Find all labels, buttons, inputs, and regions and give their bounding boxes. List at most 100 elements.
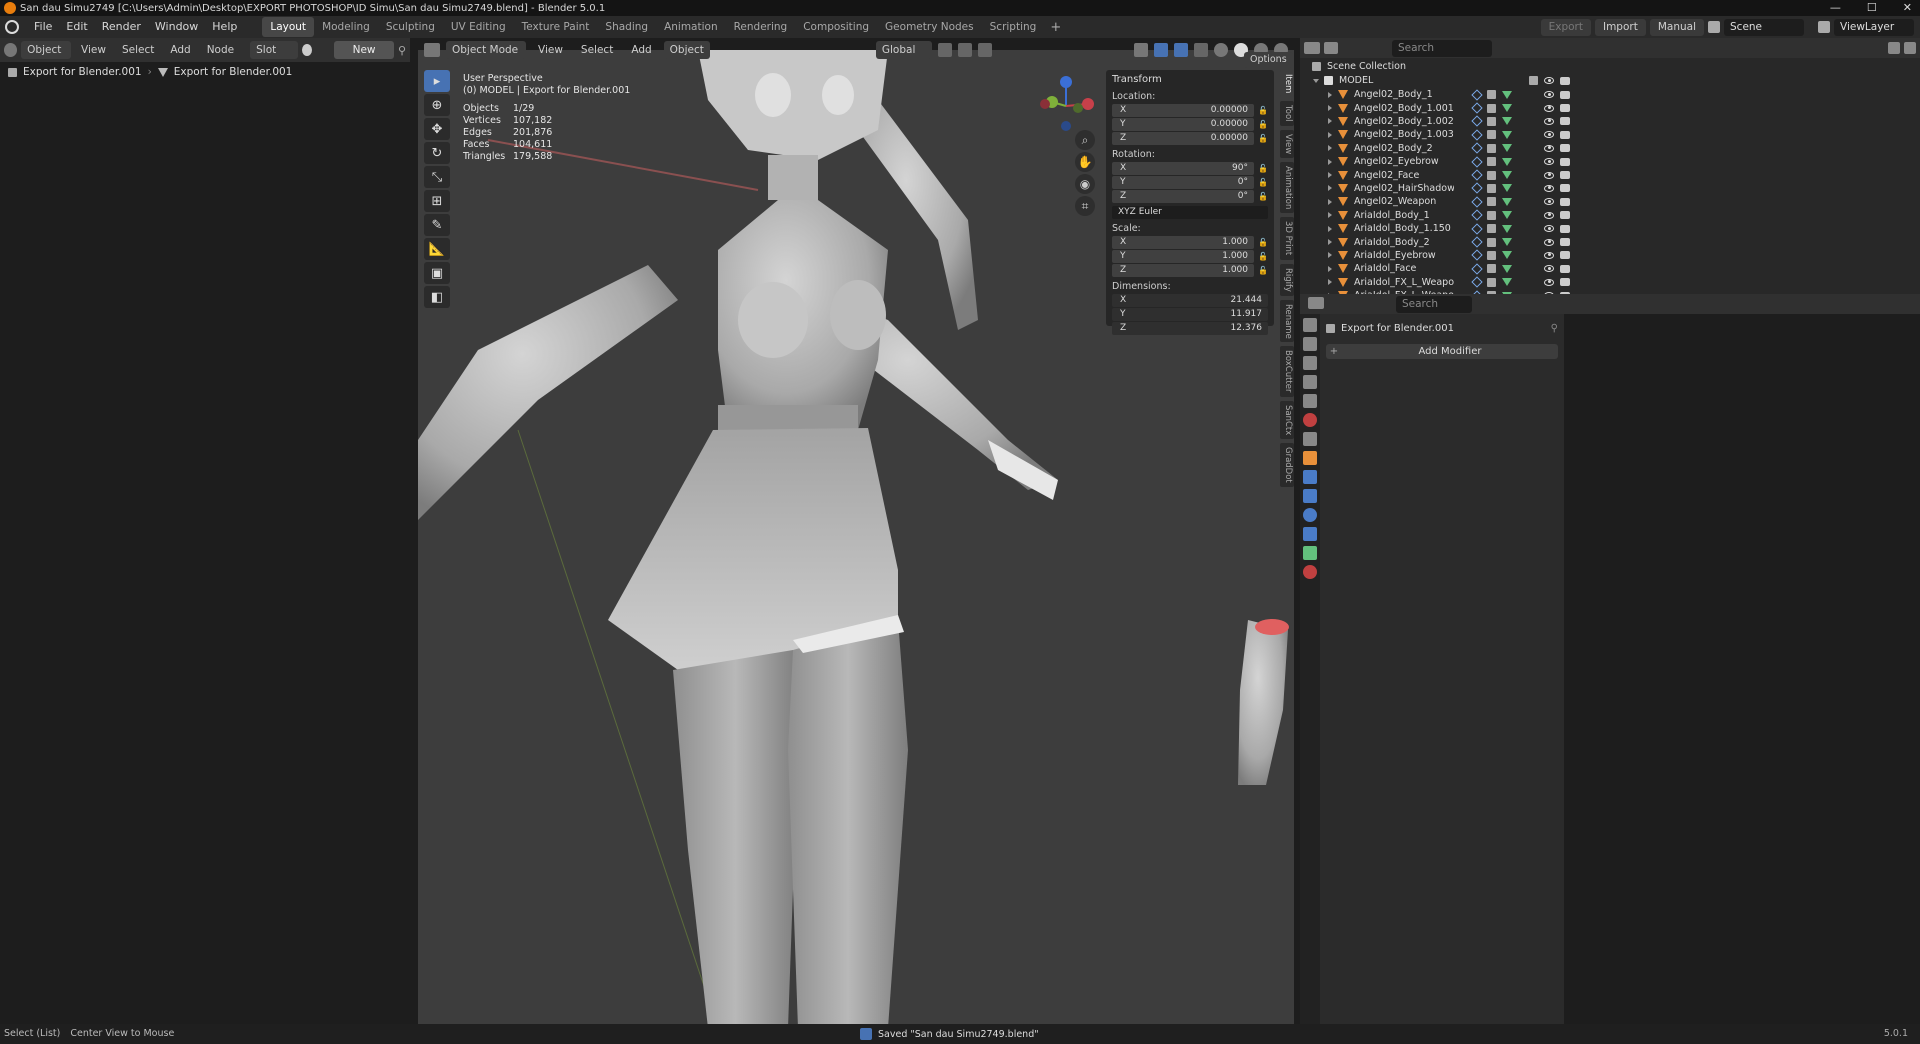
outliner-object-row[interactable]: AriaIdol_Body_2 [1328,235,1570,248]
breadcrumb-object[interactable]: Export for Blender.001 [23,66,142,78]
sidebar-tab-tool[interactable]: Tool [1280,101,1294,126]
outliner-object-row[interactable]: Angel02_Weapon [1328,195,1570,208]
tab-scripting[interactable]: Scripting [982,17,1045,37]
expand-icon[interactable] [1328,239,1332,246]
camera-icon[interactable] [1560,144,1570,153]
expand-icon[interactable] [1328,105,1332,112]
slot-dropdown[interactable]: Slot [250,41,299,59]
outliner-object-row[interactable]: Angel02_Body_1 [1328,88,1570,101]
outliner-object-row[interactable]: Angel02_Body_1.002 [1328,115,1570,128]
camera-icon[interactable] [1560,130,1570,139]
vertex-group-icon[interactable] [1487,116,1496,126]
vertex-group-icon[interactable] [1487,210,1496,220]
mesh-data-icon[interactable] [1502,264,1512,273]
lock-icon[interactable]: 🔓 [1254,252,1268,261]
new-material-button[interactable]: New [334,41,394,59]
tool-tab-icon[interactable] [1303,318,1317,332]
tab-compositing[interactable]: Compositing [795,17,877,37]
menu-view[interactable]: View [75,41,112,59]
annotate-tool-icon[interactable]: ✎ [424,214,450,236]
menu-render[interactable]: Render [95,16,148,38]
extra-tool-icon[interactable]: ◧ [424,286,450,308]
sidebar-tab-view[interactable]: View [1280,129,1294,159]
vertex-group-icon[interactable] [1487,183,1496,193]
breadcrumb-mesh[interactable]: Export for Blender.001 [174,66,293,78]
modifier-tab-icon[interactable] [1303,470,1317,484]
location-x-field[interactable]: X 0.00000 🔓 [1112,104,1268,117]
expand-icon[interactable] [1328,265,1332,272]
scale-x-field[interactable]: X 1.000 🔓 [1112,236,1268,249]
vertex-group-icon[interactable] [1487,130,1496,140]
lock-icon[interactable]: 🔓 [1254,192,1268,201]
modifier-icon[interactable] [1471,89,1483,101]
mesh-data-icon[interactable] [1502,130,1512,139]
modifier-icon[interactable] [1471,142,1483,154]
expand-icon[interactable] [1328,279,1332,286]
export-button[interactable]: Export [1540,18,1591,36]
vertex-group-icon[interactable] [1487,264,1496,274]
lock-icon[interactable]: 🔓 [1254,106,1268,115]
vertex-group-icon[interactable] [1487,90,1496,100]
camera-icon[interactable] [1560,117,1570,126]
material-tab-icon[interactable] [1303,565,1317,579]
data-tab-icon[interactable] [1303,546,1317,560]
navigation-gizmo[interactable] [1036,76,1096,136]
outliner-object-row[interactable]: AriaIdol_Eyebrow [1328,249,1570,262]
expand-icon[interactable] [1328,225,1332,232]
snap-icon[interactable] [957,43,972,57]
mesh-data-icon[interactable] [1502,104,1512,113]
dimensions-y-field[interactable]: Y 11.917 [1112,308,1268,321]
gizmo-x-axis[interactable] [1082,98,1094,110]
world-tab-icon[interactable] [1303,413,1317,427]
gizmo-neg-y-axis[interactable] [1073,103,1083,113]
tab-modeling[interactable]: Modeling [314,17,378,37]
menu-view[interactable]: View [532,41,569,59]
modifier-icon[interactable] [1471,236,1483,248]
expand-icon[interactable] [1328,198,1332,205]
outliner-object-row[interactable]: Angel02_Body_2 [1328,142,1570,155]
import-button[interactable]: Import [1594,18,1646,36]
scene-field[interactable]: Scene [1724,18,1804,36]
properties-search-input[interactable]: Search [1396,296,1472,313]
modifier-icon[interactable] [1471,169,1483,181]
menu-add[interactable]: Add [164,41,196,59]
ortho-grid-icon[interactable]: ⌗ [1075,196,1095,216]
new-collection-icon[interactable] [1904,42,1916,54]
vertex-group-icon[interactable] [1487,157,1496,167]
menu-add[interactable]: Add [625,41,657,59]
eye-icon[interactable] [1544,171,1554,179]
pivot-icon[interactable] [937,43,952,57]
expand-icon[interactable] [1328,131,1332,138]
gizmo-z-axis[interactable] [1060,76,1072,88]
measure-tool-icon[interactable]: 📐 [424,238,450,260]
wireframe-shading-icon[interactable] [1214,43,1228,57]
display-mode-icon[interactable] [1324,42,1338,54]
outliner-object-row[interactable]: Angel02_HairShadow [1328,182,1570,195]
rotate-tool-icon[interactable]: ↻ [424,142,450,164]
pan-hand-icon[interactable]: ✋ [1075,152,1095,172]
lock-icon[interactable]: 🔓 [1254,266,1268,275]
lock-icon[interactable]: 🔓 [1254,164,1268,173]
eye-icon[interactable] [1544,158,1554,166]
viewport-options-button[interactable]: Options [1244,52,1293,68]
expand-icon[interactable] [1328,91,1332,98]
sidebar-tab-boxcutter[interactable]: BoxCutter [1280,346,1294,397]
object-tab-icon[interactable] [1303,451,1317,465]
editor-type-icon[interactable] [424,43,440,57]
outliner-object-row[interactable]: AriaIdol_Face [1328,262,1570,275]
tab-layout[interactable]: Layout [262,17,315,37]
rotation-y-field[interactable]: Y 0° 🔓 [1112,176,1268,189]
editor-type-icon[interactable] [1308,297,1324,309]
eye-icon[interactable] [1544,251,1554,259]
outliner-object-row[interactable]: AriaIdol_FX_L_Weapon01 [1328,276,1570,289]
camera-icon[interactable] [1560,157,1570,166]
proportional-edit-icon[interactable] [977,43,992,57]
sidebar-tab-rigify[interactable]: Rigify [1280,263,1294,296]
mesh-data-icon[interactable] [1502,278,1512,287]
tab-shading[interactable]: Shading [597,17,656,37]
vertex-group-icon[interactable] [1487,277,1496,287]
select-box-tool-icon[interactable]: ▸ [424,70,450,92]
transform-section-header[interactable]: Transform [1112,74,1268,85]
checkbox-icon[interactable] [1529,76,1538,86]
sidebar-tab-item[interactable]: Item [1280,70,1294,98]
